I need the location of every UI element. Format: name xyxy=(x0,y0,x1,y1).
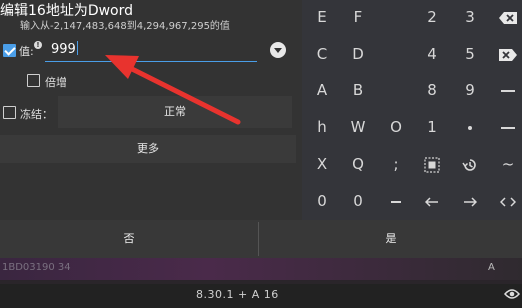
edit-dialog: 编辑16地址为Dword 输入从-2,147,483,648到4,294,967… xyxy=(0,0,302,220)
arrow-right-icon[interactable] xyxy=(452,184,488,218)
history-icon[interactable] xyxy=(452,147,488,181)
key-1[interactable]: 1 xyxy=(414,110,450,144)
value-label: 值: xyxy=(19,45,34,58)
key-f[interactable]: F xyxy=(340,0,376,34)
key-h[interactable]: h xyxy=(304,110,340,144)
key-0-alt[interactable]: 0 xyxy=(340,184,376,218)
key-o[interactable]: O xyxy=(378,110,414,144)
value-checkbox[interactable] xyxy=(3,44,16,57)
arrow-left-icon[interactable] xyxy=(414,184,450,218)
key-a[interactable]: A xyxy=(304,73,340,107)
key-c[interactable]: C xyxy=(304,37,340,71)
freeze-checkbox[interactable] xyxy=(3,106,16,119)
key-d[interactable]: D xyxy=(340,37,376,71)
dash-key-2[interactable] xyxy=(378,184,414,218)
delete-icon[interactable] xyxy=(490,37,522,71)
background-letter: A xyxy=(488,262,495,273)
key-b[interactable]: B xyxy=(340,73,376,107)
semicolon-key[interactable]: ; xyxy=(378,147,414,181)
freeze-mode-button[interactable]: 正常 xyxy=(58,96,292,128)
yes-button[interactable]: 是 xyxy=(260,220,522,258)
increment-checkbox[interactable] xyxy=(27,74,40,87)
info-icon[interactable]: ! xyxy=(34,41,42,49)
key-w[interactable]: W xyxy=(340,110,376,144)
background-row: 1BD03190 34 xyxy=(0,258,522,280)
no-button[interactable]: 否 xyxy=(0,220,258,258)
minus-key[interactable] xyxy=(490,73,522,107)
key-0[interactable]: 0 xyxy=(304,184,340,218)
dialog-subtitle: 输入从-2,147,483,648到4,294,967,295的值 xyxy=(20,21,230,32)
select-box-icon[interactable] xyxy=(414,147,450,181)
key-x[interactable]: X xyxy=(304,147,340,181)
tilde-key[interactable]: ~ xyxy=(490,147,522,181)
key-8[interactable]: 8 xyxy=(414,73,450,107)
backspace-icon[interactable] xyxy=(490,0,522,34)
key-3[interactable]: 3 xyxy=(452,0,488,34)
key-9[interactable]: 9 xyxy=(452,73,488,107)
dot-key[interactable] xyxy=(452,110,488,144)
key-4[interactable]: 4 xyxy=(414,37,450,71)
button-divider xyxy=(258,222,259,256)
value-text: 999 xyxy=(51,42,76,57)
key-5[interactable]: 5 xyxy=(452,37,488,71)
freeze-label: 冻结： xyxy=(20,108,53,121)
text-caret xyxy=(76,41,78,55)
dash-key[interactable] xyxy=(490,110,522,144)
version-text: 8.30.1 + A 16 xyxy=(196,288,279,301)
increment-label: 倍增 xyxy=(45,76,67,89)
background-row-text: 1BD03190 34 xyxy=(2,262,71,273)
hex-keyboard: E F 2 3 C D 4 5 A B 8 9 h W O 1 X Q ; ~ … xyxy=(302,0,522,220)
dropdown-chevron-icon[interactable] xyxy=(270,42,286,58)
key-2[interactable]: 2 xyxy=(414,0,450,34)
collapse-keyboard-icon[interactable] xyxy=(490,184,522,218)
more-button[interactable]: 更多 xyxy=(0,135,296,163)
value-input[interactable]: 999 xyxy=(45,38,257,62)
key-q[interactable]: Q xyxy=(340,147,376,181)
eye-icon[interactable] xyxy=(504,288,520,300)
key-e[interactable]: E xyxy=(304,0,340,34)
